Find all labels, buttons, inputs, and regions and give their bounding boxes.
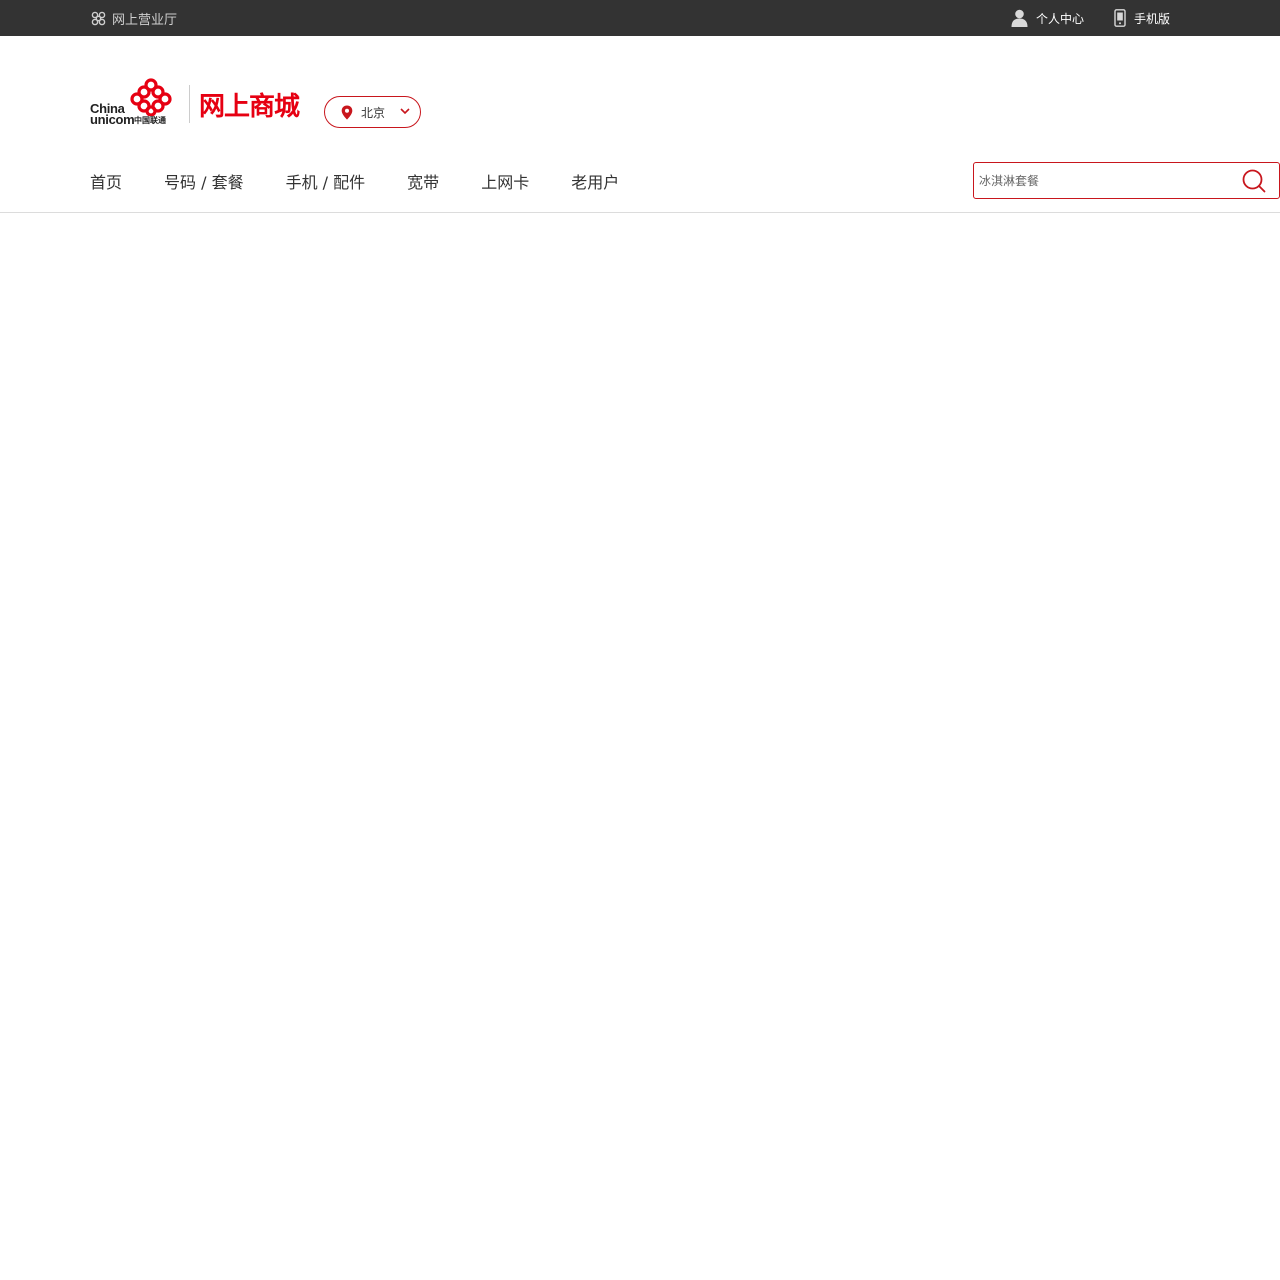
- logo-english-text: China unicom: [90, 102, 135, 127]
- city-name: 北京: [361, 105, 386, 120]
- location-pin-icon: [341, 105, 353, 119]
- nav-item-broadband[interactable]: 宽带: [407, 169, 439, 193]
- logo-chinese-small-text: 中国联通: [134, 116, 166, 125]
- online-service-hall-link[interactable]: 网上营业厅: [90, 0, 177, 36]
- china-unicom-logo[interactable]: China unicom 中国联通 网上商城: [90, 76, 305, 132]
- online-service-hall-label: 网上营业厅: [112, 12, 178, 28]
- city-selector[interactable]: 北京: [324, 96, 421, 128]
- search-icon[interactable]: [1241, 168, 1267, 194]
- site-header: China unicom 中国联通 网上商城 北京 首页 号码 / 套餐 手机 …: [0, 36, 1280, 213]
- mobile-version-label: 手机版: [1133, 11, 1170, 26]
- nav-item-phones-accessories[interactable]: 手机 / 配件: [286, 169, 366, 193]
- logo-en-line2: unicom: [90, 112, 135, 127]
- chevron-down-icon: [400, 108, 410, 115]
- topbar-right-links: 个人中心 手机版: [981, 0, 1170, 36]
- user-icon: [1011, 9, 1028, 27]
- online-mall-title: 网上商城: [199, 91, 300, 122]
- unicom-knot-logo-icon: [130, 78, 172, 116]
- mobile-version-link[interactable]: 手机版: [1114, 9, 1170, 27]
- personal-center-link[interactable]: 个人中心: [1011, 9, 1084, 27]
- unicom-logo-mark: China unicom 中国联通: [90, 76, 174, 132]
- search-box: [973, 162, 1280, 199]
- top-bar: 网上营业厅 个人中心 手机版: [0, 0, 1280, 36]
- nav-item-numbers-plans[interactable]: 号码 / 套餐: [164, 169, 244, 193]
- logo-divider: [189, 85, 190, 123]
- mobile-phone-icon: [1114, 9, 1126, 27]
- nav-item-data-card[interactable]: 上网卡: [481, 169, 529, 193]
- main-nav: 首页 号码 / 套餐 手机 / 配件 宽带 上网卡 老用户: [90, 160, 661, 202]
- unicom-knot-icon: [91, 11, 106, 25]
- search-input[interactable]: [979, 163, 1229, 198]
- nav-item-home[interactable]: 首页: [90, 169, 122, 193]
- nav-item-existing-users[interactable]: 老用户: [571, 169, 619, 193]
- personal-center-label: 个人中心: [1035, 11, 1084, 26]
